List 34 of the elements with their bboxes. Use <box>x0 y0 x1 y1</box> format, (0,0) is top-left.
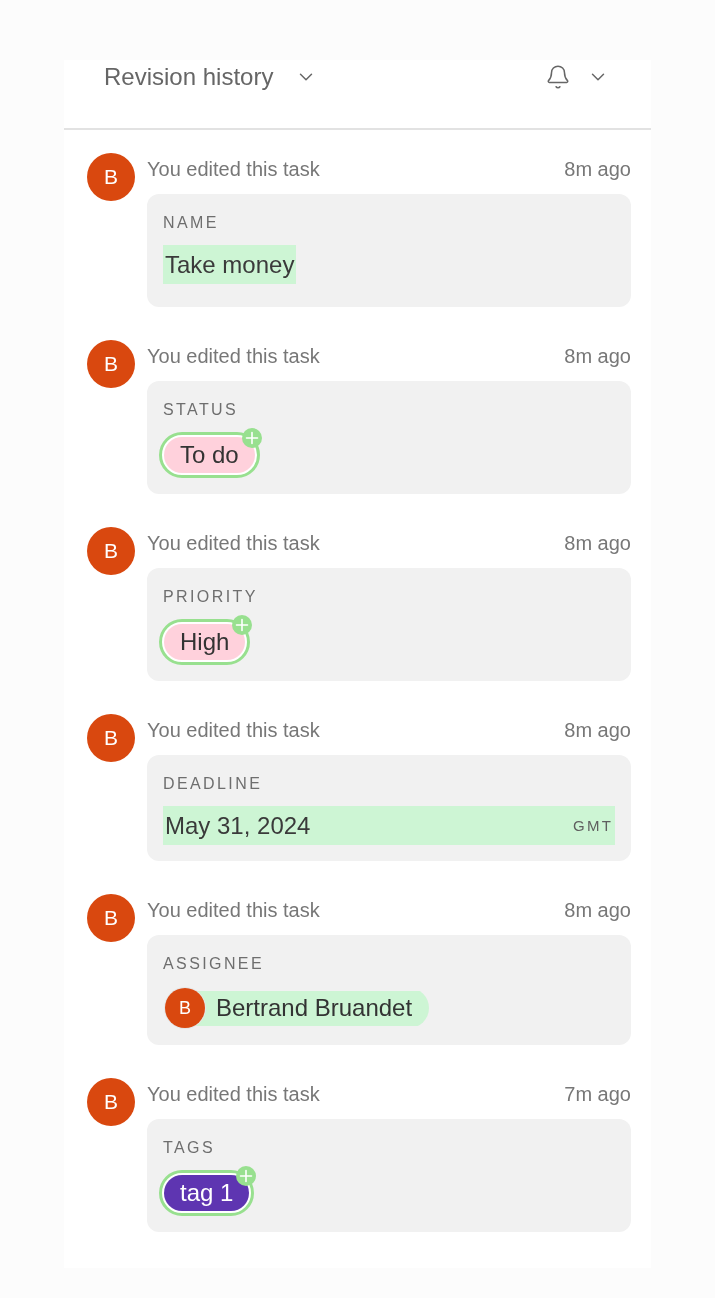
timestamp: 8m ago <box>564 718 631 742</box>
date-value: May 31, 2024 <box>165 811 311 840</box>
user-avatar: B <box>87 1078 135 1126</box>
field-label: DEADLINE <box>163 775 264 793</box>
timezone-label: GMT <box>573 817 613 834</box>
user-avatar: B <box>87 340 135 388</box>
field-label: PRIORITY <box>163 588 259 606</box>
changed-value: Take money <box>163 245 297 284</box>
value-pill: To do <box>164 437 255 473</box>
user-avatar: B <box>87 894 135 942</box>
timestamp: 8m ago <box>564 898 631 922</box>
assignee-avatar: B <box>165 988 205 1028</box>
value-pill: tag 1 <box>164 1175 250 1211</box>
field-label: NAME <box>163 214 220 232</box>
timestamp: 7m ago <box>564 1082 631 1106</box>
field-label: ASSIGNEE <box>163 955 265 973</box>
edit-summary: You edited this task <box>147 1082 320 1106</box>
user-avatar: B <box>87 527 135 575</box>
value-pill: High <box>164 624 246 660</box>
field-label: STATUS <box>163 401 240 419</box>
revision-history-dropdown[interactable]: Revision history <box>104 60 318 94</box>
user-avatar: B <box>87 153 135 201</box>
user-avatar: B <box>87 714 135 762</box>
edit-summary: You edited this task <box>147 531 320 555</box>
edit-summary: You edited this task <box>147 344 320 368</box>
timestamp: 8m ago <box>564 344 631 368</box>
assignee-name: Bertrand Bruandet <box>216 994 413 1022</box>
timestamp: 8m ago <box>564 531 631 555</box>
edit-summary: You edited this task <box>147 898 320 922</box>
edit-summary: You edited this task <box>147 157 320 181</box>
timestamp: 8m ago <box>564 157 631 181</box>
field-label: TAGS <box>163 1139 216 1157</box>
bell-icon <box>545 64 571 90</box>
edit-summary: You edited this task <box>147 718 320 742</box>
